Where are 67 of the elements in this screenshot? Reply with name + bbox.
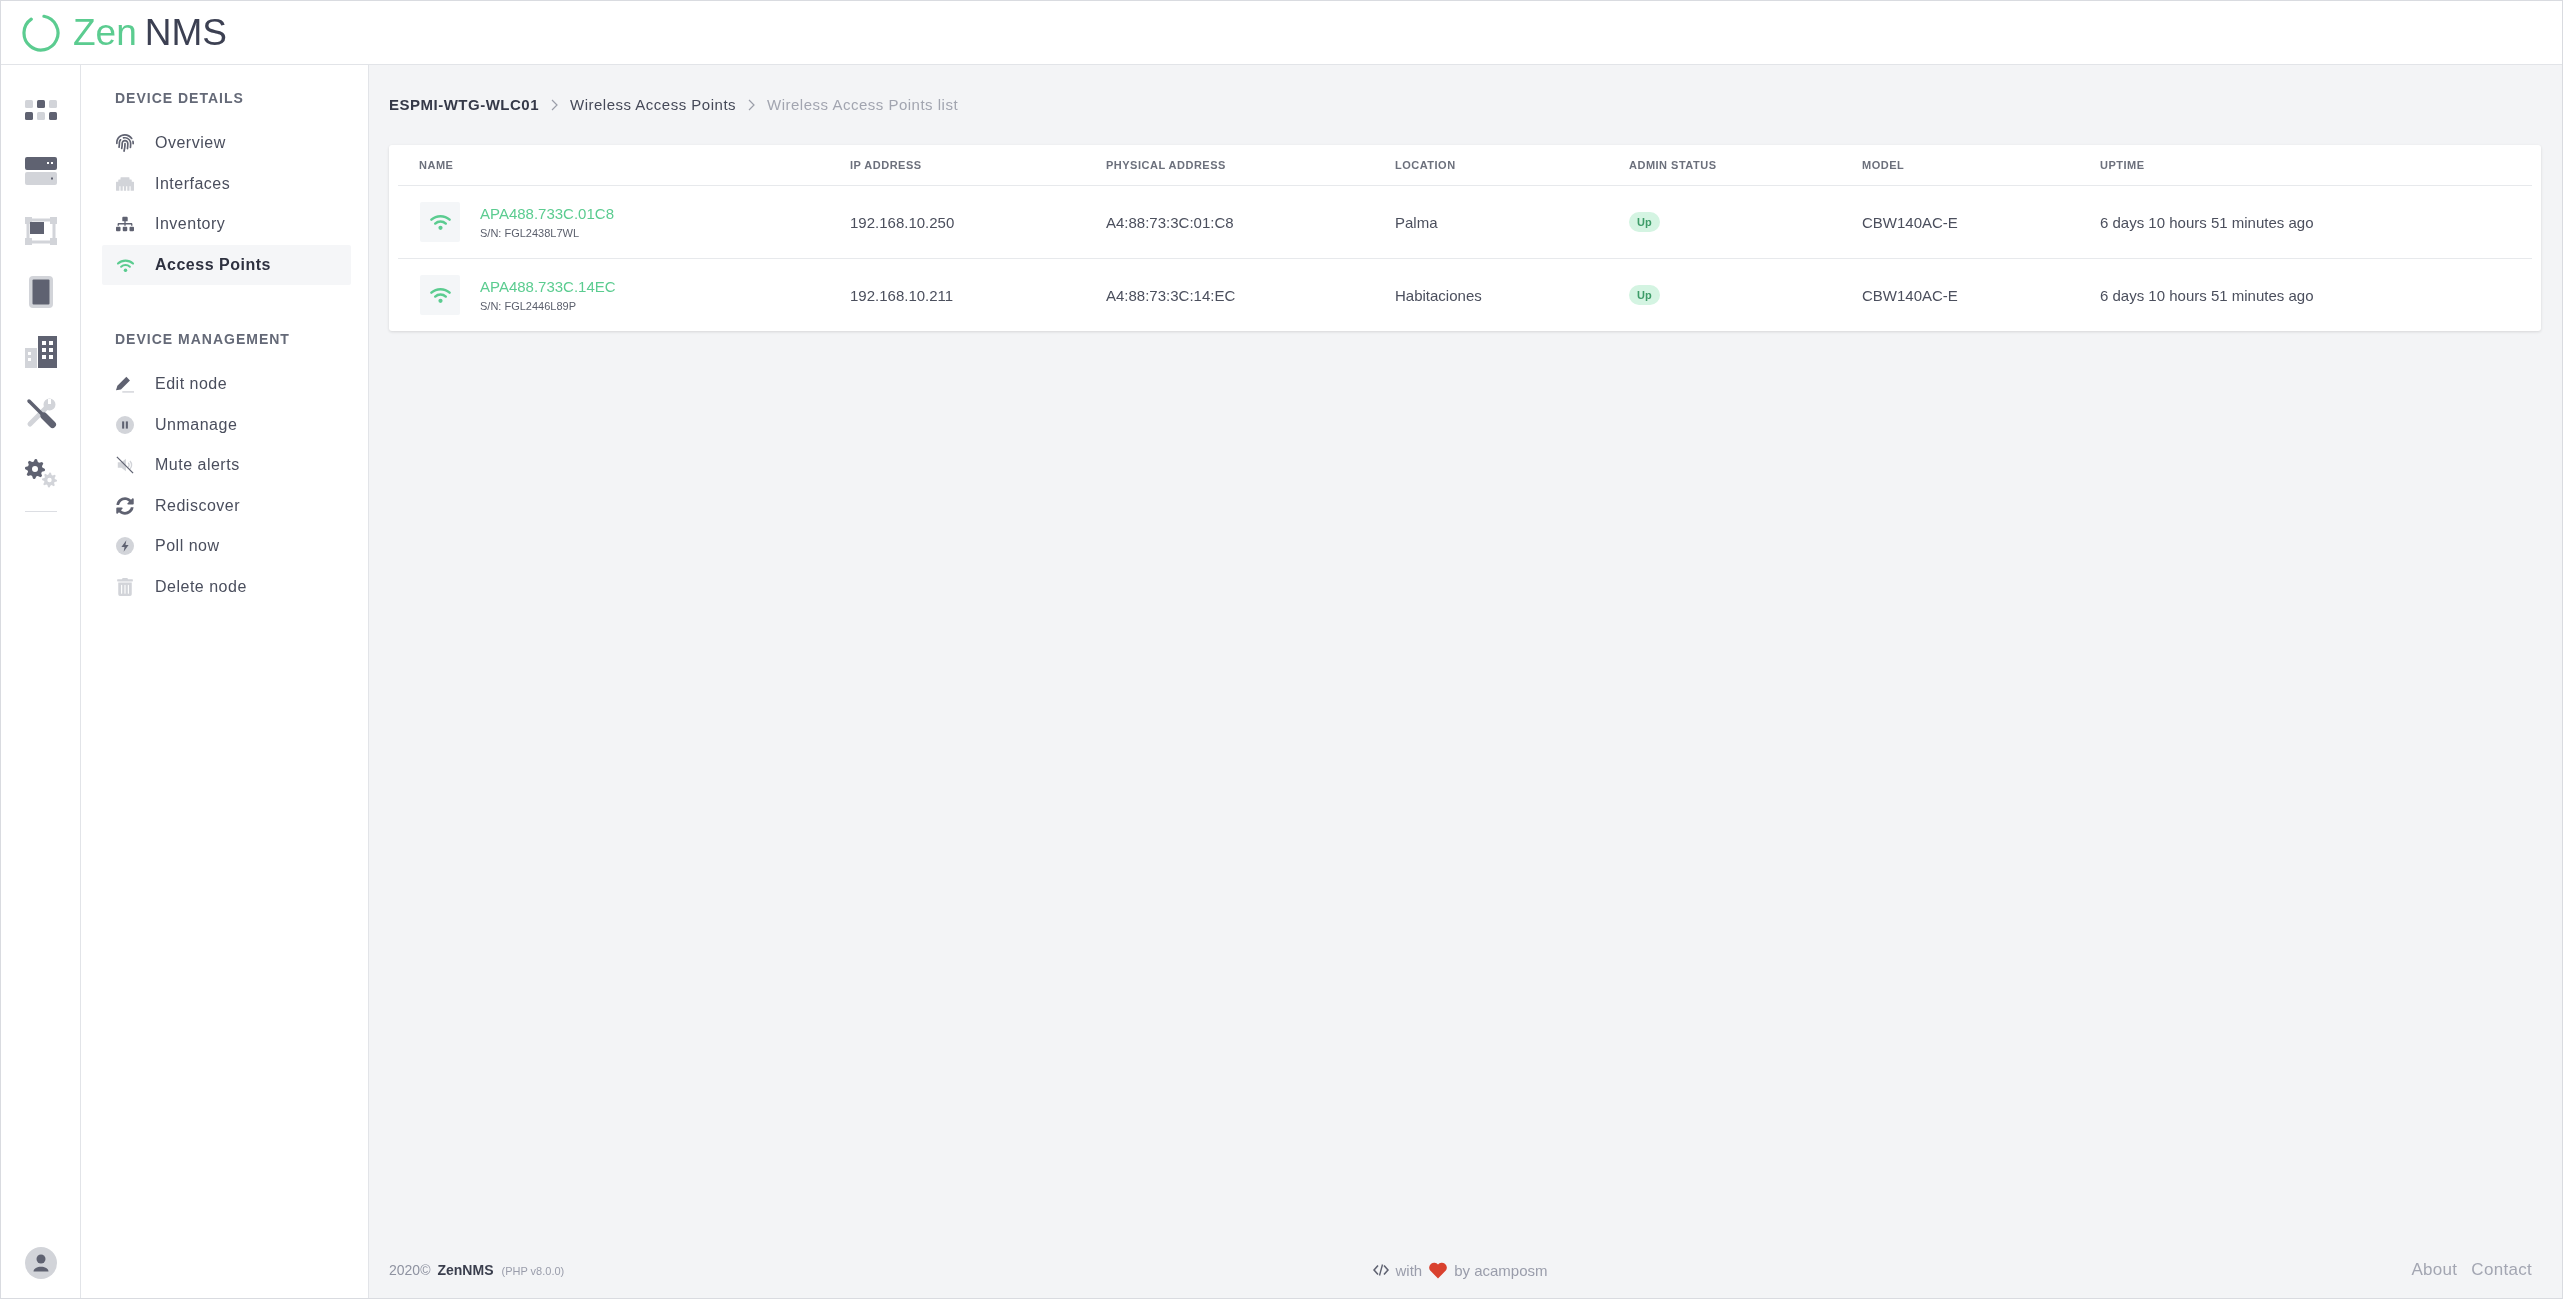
column-header: NAME — [419, 159, 454, 171]
table-cell: CBW140AC-E — [1862, 286, 1958, 304]
column-header: UPTIME — [2100, 159, 2145, 171]
section-heading: DEVICE MANAGEMENT — [114, 330, 291, 349]
sidebar-item[interactable]: Inventory — [102, 204, 351, 245]
status-badge: Up — [1629, 285, 1660, 305]
table-cell: 192.168.10.250 — [850, 213, 955, 231]
bolt-icon — [116, 537, 134, 556]
table-cell: 6 days 10 hours 51 minutes ago — [2100, 286, 2314, 304]
sidebar-item[interactable]: Overview — [102, 123, 351, 164]
tablet-icon[interactable] — [28, 275, 53, 308]
table-cell: Habitaciones — [1395, 286, 1482, 304]
sync-icon — [116, 496, 134, 515]
credit-text: with — [1395, 1261, 1423, 1279]
building-icon[interactable] — [24, 336, 57, 369]
section-heading: DEVICE DETAILS — [114, 89, 245, 108]
server-icon[interactable] — [24, 156, 57, 185]
column-header: MODEL — [1862, 159, 1905, 171]
sidebar-item[interactable]: Rediscover — [102, 485, 351, 526]
wifi-icon — [420, 275, 460, 315]
heart-icon — [1428, 1261, 1449, 1279]
sitemap-icon — [116, 215, 134, 234]
serial-number: S/N: FGL2438L7WL — [480, 226, 580, 240]
breadcrumb-link[interactable]: Wireless Access Points — [570, 95, 737, 115]
wifi-icon — [115, 257, 135, 272]
pause-icon — [116, 415, 134, 434]
table-cell: 6 days 10 hours 51 minutes ago — [2100, 213, 2314, 231]
column-header: PHYSICAL ADDRESS — [1106, 159, 1226, 171]
breadcrumb-link[interactable]: ESPMI-WTG-WLC01 — [389, 95, 539, 115]
serial-number: S/N: FGL2446L89P — [480, 299, 576, 313]
table-cell: A4:88:73:3C:01:C8 — [1106, 213, 1234, 231]
sidebar-item[interactable]: Mute alerts — [102, 445, 351, 486]
breadcrumb-current: Wireless Access Points list — [767, 95, 959, 115]
brand-name: ZenNMS — [437, 1262, 494, 1278]
sidebar-item[interactable]: Poll now — [102, 526, 351, 567]
logo-ring-icon — [21, 12, 61, 53]
sidebar-item[interactable]: Edit node — [102, 364, 351, 405]
column-header: LOCATION — [1395, 159, 1456, 171]
table-cell: CBW140AC-E — [1862, 213, 1958, 231]
tools-icon[interactable] — [24, 396, 57, 429]
vector-square-icon[interactable] — [24, 217, 57, 246]
author-credit: by acamposm — [1454, 1261, 1548, 1279]
avatar-icon[interactable] — [24, 1247, 57, 1279]
table-cell: A4:88:73:3C:14:EC — [1106, 286, 1236, 304]
status-badge: Up — [1629, 212, 1660, 232]
version-text: (PHP v8.0.0) — [501, 1265, 565, 1277]
ethernet-port-icon — [116, 174, 134, 193]
column-header: IP ADDRESS — [850, 159, 922, 171]
copyright-text: 2020© — [389, 1262, 431, 1278]
sidebar-item[interactable]: Unmanage — [102, 404, 351, 445]
sidebar-item[interactable]: Access Points — [102, 244, 351, 285]
logo-wordmark: Zen NMS — [73, 10, 227, 55]
wifi-icon — [420, 202, 460, 242]
mute-icon — [116, 456, 134, 475]
gears-icon[interactable] — [24, 458, 57, 488]
column-header: ADMIN STATUS — [1629, 159, 1717, 171]
table-cell: Palma — [1395, 213, 1438, 231]
sidebar-item[interactable]: Interfaces — [102, 163, 351, 204]
fingerprint-icon — [116, 134, 134, 153]
code-icon — [1373, 1264, 1390, 1276]
sidebar-item[interactable]: Delete node — [102, 566, 351, 607]
dashboard-grid-icon[interactable] — [24, 100, 57, 121]
chevron-right-icon — [551, 99, 558, 111]
table-cell: 192.168.10.211 — [850, 286, 954, 304]
chevron-right-icon — [748, 99, 756, 111]
trash-icon — [116, 577, 134, 596]
pencil-icon — [115, 375, 135, 394]
